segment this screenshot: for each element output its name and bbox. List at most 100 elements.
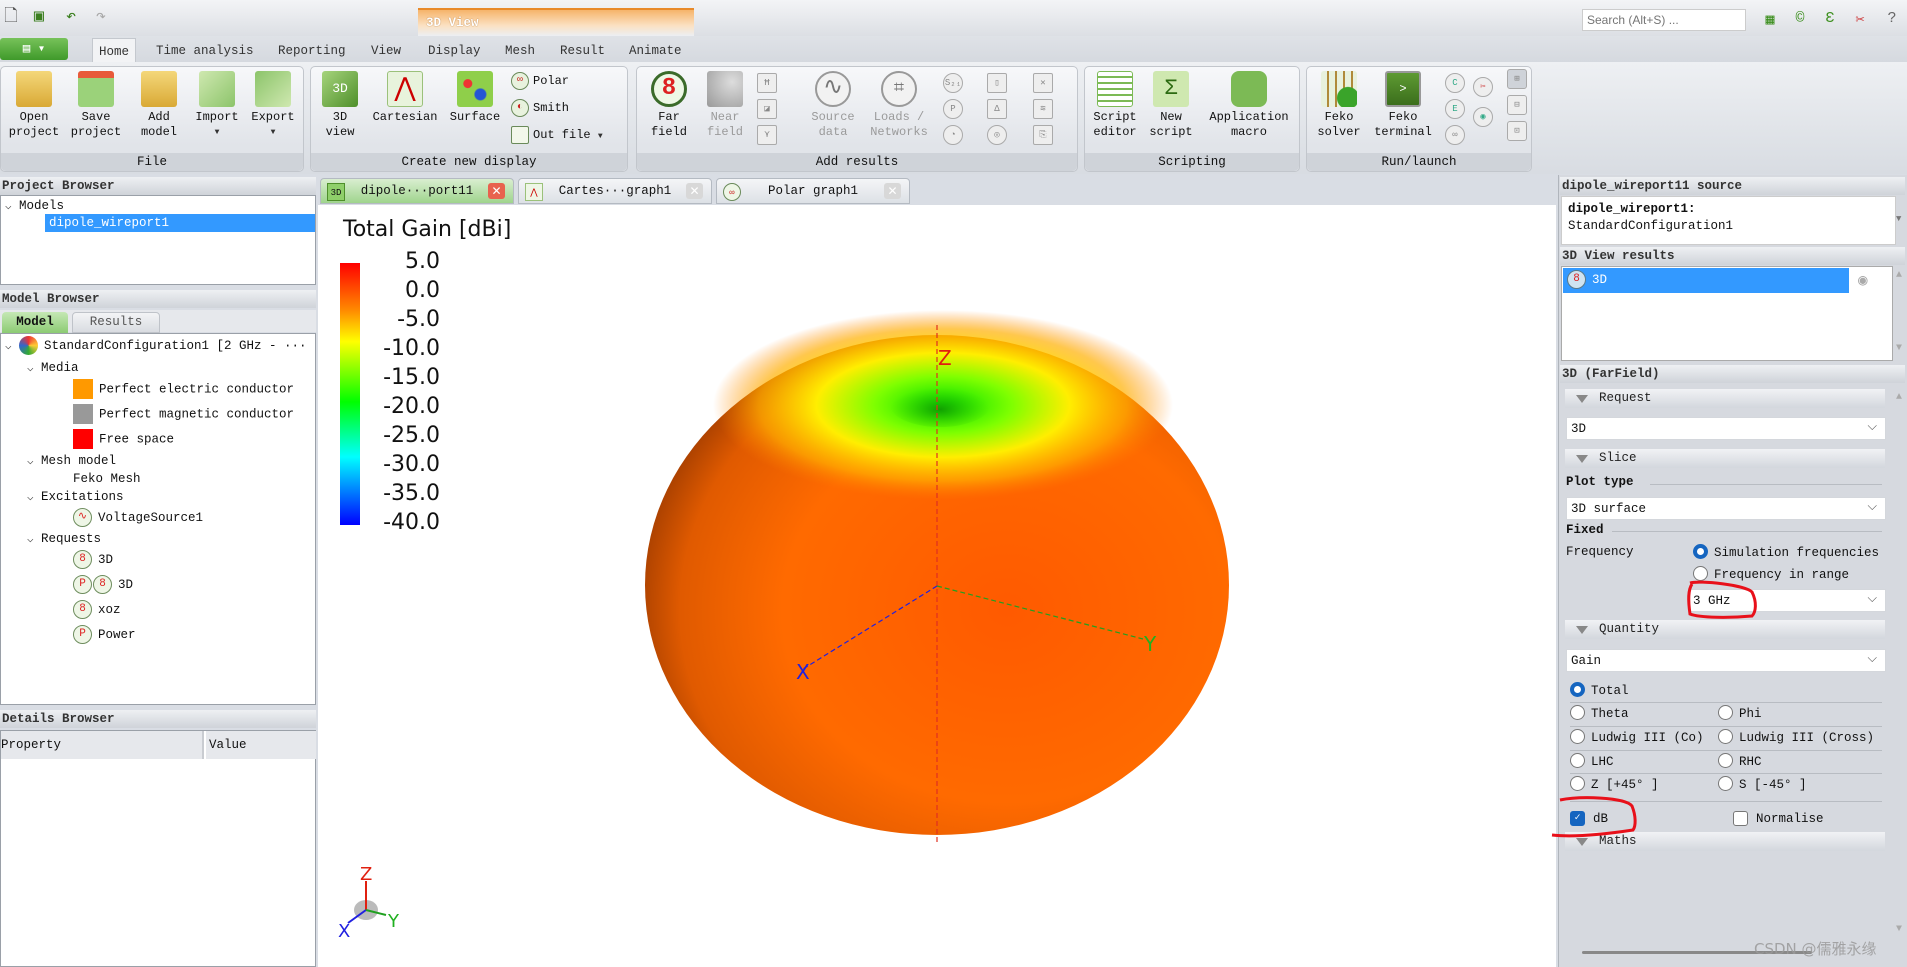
remote-icon[interactable]: ⊡ [1507,121,1527,141]
tab-home[interactable]: Home [92,38,137,62]
launch-target-icon[interactable]: ◉ [1473,107,1493,127]
harness-icon[interactable]: ≋ [1033,99,1053,119]
cadfeko-launch-icon[interactable]: C [1445,73,1465,93]
frequency-dropdown[interactable]: 3 GHz [1688,587,1886,612]
tree-item-request-power-3d[interactable]: P 8 3D [73,575,133,595]
tab-results[interactable]: Results [72,312,160,333]
radio-ludwig-cross[interactable]: Ludwig III (Cross) [1718,729,1874,747]
section-slice[interactable]: Slice [1565,449,1885,468]
request-dropdown[interactable]: 3D [1566,415,1886,440]
add-model-button[interactable]: Add model [131,71,187,140]
transmitter-icon[interactable]: Δ [987,99,1007,119]
tree-item-selected-model[interactable]: dipole_wireport1 [45,214,315,232]
editfeko-icon[interactable]: Ɛ [1820,10,1840,30]
save-icon[interactable]: ▣ [30,8,48,28]
tree-item-mesh-model[interactable]: ⌵ Mesh model [27,451,116,471]
undo-icon[interactable]: ↶ [62,8,80,28]
quantity-dropdown[interactable]: Gain [1566,647,1886,672]
tree-item-pmc[interactable]: Perfect magnetic conductor [73,404,294,424]
chevron-down-icon[interactable]: ⌵ [27,452,41,472]
editfeko-launch-icon[interactable]: E [1445,99,1465,119]
tree-item-excitations[interactable]: ⌵ Excitations [27,487,124,507]
chevron-down-icon[interactable]: ▼ [1896,196,1906,245]
near-field-button[interactable]: Near field [697,71,753,140]
application-menu-button[interactable]: ▤ ▾ [0,38,68,60]
normalise-checkbox[interactable]: Normalise [1733,810,1824,828]
scroll-down-icon[interactable]: ▼ [1896,343,1902,354]
import-data-icon[interactable]: ⎘ [1033,125,1053,145]
tree-item-pec[interactable]: Perfect electric conductor [73,379,294,399]
export-button[interactable]: Export ▼ [245,71,301,140]
column-header-property[interactable]: Property [1,731,204,759]
section-quantity[interactable]: Quantity [1565,620,1885,639]
close-tab-icon[interactable]: ✕ [488,183,505,199]
result-item-3d[interactable]: 8 3D [1563,268,1849,293]
tree-item-request-xoz[interactable]: 8 xoz [73,600,121,620]
surface-currents-icon[interactable]: ◪ [757,99,777,119]
open-project-button[interactable]: Open project [3,71,65,140]
redo-icon[interactable]: ↷ [92,8,110,28]
tree-item-free-space[interactable]: Free space [73,429,174,449]
scroll-up-icon[interactable]: ▲ [1896,270,1902,281]
plot-type-dropdown[interactable]: 3D surface [1566,495,1886,520]
tab-animate[interactable]: Animate [623,41,688,62]
import-button[interactable]: Import ▼ [189,71,245,140]
new-file-icon[interactable]: 🗋 [2,8,20,28]
radio-phi[interactable]: Phi [1718,705,1762,723]
radio-rhc[interactable]: RHC [1718,753,1762,771]
chevron-down-icon[interactable]: ⌵ [5,337,19,357]
cadfeko-icon[interactable]: © [1790,10,1810,30]
loads-networks-button[interactable]: ⌗ Loads / Networks [863,71,935,140]
receiving-antenna-icon[interactable]: ◔ [943,125,963,145]
tab-time-analysis[interactable]: Time analysis [150,41,260,62]
feko-solver-button[interactable]: Feko solver [1311,71,1367,140]
chevron-down-icon[interactable]: ⌵ [27,359,41,379]
tab-mesh[interactable]: Mesh [499,41,541,62]
tab-reporting[interactable]: Reporting [272,41,352,62]
chevron-down-icon[interactable]: ⌵ [5,197,19,217]
tab-display[interactable]: Display [422,41,487,62]
source-selector[interactable]: dipole_wireport1: StandardConfiguration1 [1561,196,1896,245]
tab-polar-graph[interactable]: ∞ Polar graph1 ✕ [716,178,910,204]
tree-item-media[interactable]: ⌵ Media [27,358,79,378]
optfeko-launch-icon[interactable]: ✂ [1473,77,1493,97]
current-icon[interactable]: Ħ [757,73,777,93]
3d-viewport[interactable]: Total Gain [dBi] 5.0 0.0 -5.0 -10.0 -15.… [318,205,1556,967]
far-field-button[interactable]: 8 Far field [641,71,697,140]
radio-lhc[interactable]: LHC [1570,753,1614,771]
radio-theta[interactable]: Theta [1570,705,1629,723]
tree-item-models[interactable]: ⌵ Models [5,196,64,216]
sync-layout-icon[interactable]: ⊞ [1507,69,1527,89]
tab-view[interactable]: View [365,41,407,62]
radio-s-minus45[interactable]: S [-45° ] [1718,776,1807,794]
section-maths[interactable]: Maths [1565,832,1885,851]
chevron-down-icon[interactable]: ⌵ [27,488,41,508]
radio-frequency-in-range[interactable]: Frequency in range [1693,566,1849,584]
column-header-value[interactable]: Value [206,731,316,759]
db-checkbox[interactable]: ✓ dB [1570,810,1608,828]
link-icon[interactable]: ∞ [1445,125,1465,145]
radio-z-plus45[interactable]: Z [+45° ] [1570,776,1659,794]
probe-icon[interactable]: ▯ [987,73,1007,93]
scroll-down-icon[interactable]: ▼ [1896,924,1902,935]
feko-terminal-button[interactable]: > Feko terminal [1367,71,1439,140]
power-icon[interactable]: P [943,99,963,119]
close-tab-icon[interactable]: ✕ [686,183,703,199]
cartesian-button[interactable]: ⋀ Cartesian [367,71,443,125]
script-editor-button[interactable]: Script editor [1087,71,1143,140]
tree-item-feko-mesh[interactable]: Feko Mesh [73,469,141,489]
optfeko-icon[interactable]: ✂ [1850,10,1870,30]
tab-result[interactable]: Result [554,41,611,62]
scroll-up-icon[interactable]: ▲ [1896,392,1902,403]
source-data-button[interactable]: ∿ Source data [803,71,863,140]
tab-cartesian-graph[interactable]: ⋀ Cartes···graph1 ✕ [518,178,712,204]
close-tab-icon[interactable]: ✕ [884,183,901,199]
save-project-button[interactable]: Save project [65,71,127,140]
search-input[interactable] [1582,9,1746,31]
application-macro-button[interactable]: Application macro [1201,71,1297,140]
tree-item-voltage-source[interactable]: ∿ VoltageSource1 [73,508,203,528]
radio-ludwig-co[interactable]: Ludwig III (Co) [1570,729,1704,747]
run-solver-icon[interactable]: ▦ [1760,10,1780,30]
new-script-button[interactable]: Σ New script [1143,71,1199,140]
radio-total[interactable]: Total [1570,682,1629,700]
